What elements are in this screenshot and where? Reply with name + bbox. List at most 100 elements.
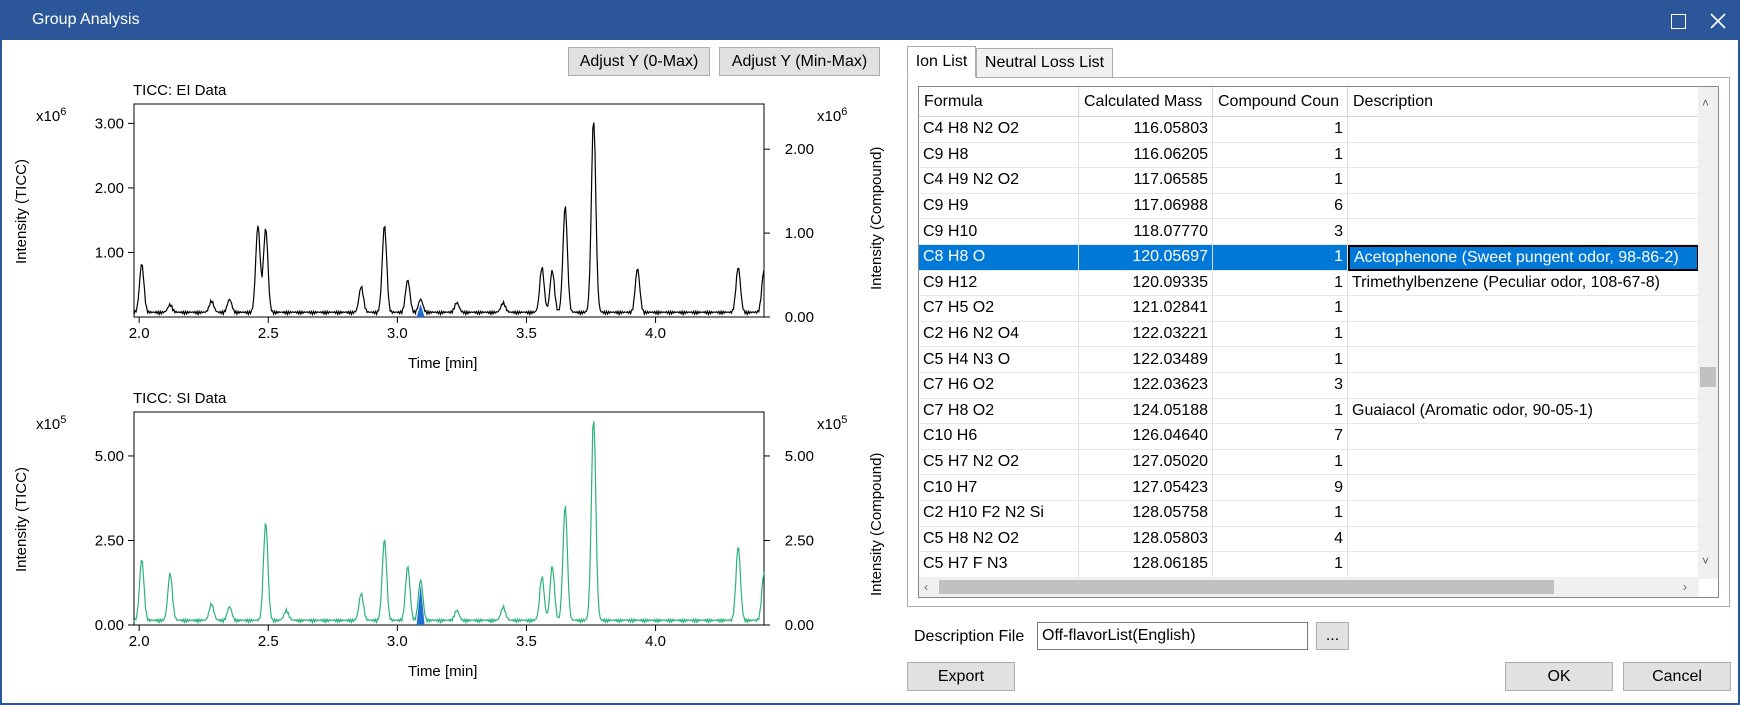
mass-cell: 122.03623	[1079, 372, 1213, 399]
y2-tick-label: 0.00	[785, 617, 814, 634]
maximize-icon	[1670, 13, 1686, 29]
ei-chart[interactable]: 2.0 2.5 3.0 3.5 4.0 3.00 2.00 1.00 2.00 1.00 0.00	[2, 97, 862, 357]
table-row[interactable]: C9 H12 120.09335 1 Trimethylbenzene (Peculi…	[919, 270, 1699, 297]
count-cell: 1	[1213, 321, 1348, 348]
formula-cell: C2 H10 F2 N2 Si	[919, 500, 1079, 527]
mass-cell: 128.05803	[1079, 526, 1213, 553]
vertical-scrollbar[interactable]: ˄ ˅	[1698, 87, 1718, 579]
y-tick-label: 1.00	[95, 244, 124, 261]
export-button[interactable]: Export	[907, 662, 1015, 691]
table-row[interactable]: C2 H10 F2 N2 Si 128.05758 1	[919, 500, 1699, 527]
table-header: Formula Calculated Mass Compound Coun De…	[919, 87, 1699, 117]
cancel-button[interactable]: Cancel	[1623, 662, 1731, 691]
table-row[interactable]: C4 H8 N2 O2 116.05803 1	[919, 117, 1699, 143]
scroll-up-icon[interactable]: ˄	[1702, 97, 1709, 109]
y-tick-label: 5.00	[95, 448, 124, 465]
description-cell: Guaiacol (Aromatic odor, 90-05-1)	[1348, 398, 1699, 425]
vertical-scroll-thumb[interactable]	[1700, 367, 1716, 387]
count-cell: 1	[1213, 296, 1348, 322]
title-bar: Group Analysis	[2, 2, 1738, 40]
formula-cell: C8 H8 O	[919, 244, 1079, 271]
table-row[interactable]: C10 H7 127.05423 9	[919, 475, 1699, 501]
adjust-y-minmax-button[interactable]: Adjust Y (Min-Max)	[719, 47, 880, 76]
y-tick-label: 3.00	[95, 115, 124, 132]
y-tick-label: 2.50	[95, 532, 124, 549]
table-row[interactable]: C5 H7 N2 O2 127.05020 1	[919, 449, 1699, 476]
mass-cell: 122.03221	[1079, 321, 1213, 348]
scroll-right-icon[interactable]: ›	[1683, 581, 1687, 593]
table-row[interactable]: C9 H10 118.07770 3	[919, 219, 1699, 245]
close-button[interactable]	[1698, 2, 1738, 40]
formula-cell: C10 H6	[919, 424, 1079, 450]
count-cell: 7	[1213, 424, 1348, 450]
description-cell	[1348, 321, 1699, 348]
count-cell: 1	[1213, 449, 1348, 476]
column-header-calculated-mass[interactable]: Calculated Mass	[1079, 87, 1213, 117]
ei-xlabel: Time [min]	[408, 355, 478, 372]
count-cell: 4	[1213, 526, 1348, 553]
tab-neutral-loss-list[interactable]: Neutral Loss List	[976, 48, 1113, 78]
mass-cell: 128.05758	[1079, 500, 1213, 527]
ion-list-table[interactable]: Formula Calculated Mass Compound Coun De…	[918, 86, 1719, 598]
table-row[interactable]: C4 H9 N2 O2 117.06585 1	[919, 168, 1699, 194]
description-cell	[1348, 372, 1699, 399]
description-cell	[1348, 142, 1699, 169]
description-cell	[1348, 449, 1699, 476]
y2-tick-label: 0.00	[785, 309, 814, 326]
mass-cell: 117.06585	[1079, 168, 1213, 194]
mass-cell: 116.05803	[1079, 117, 1213, 143]
si-chart[interactable]: 2.0 2.5 3.0 3.5 4.0 5.00 2.50 0.00 5.00 2.50 0.00	[2, 405, 862, 665]
y2-tick-label: 2.00	[785, 141, 814, 158]
table-row[interactable]: C7 H6 O2 122.03623 3	[919, 372, 1699, 399]
column-header-description[interactable]: Description	[1348, 87, 1699, 117]
horizontal-scroll-thumb[interactable]	[939, 580, 1554, 594]
table-row[interactable]: C8 H8 O 120.05697 1 Acetophenone (Sweet pun…	[919, 244, 1699, 271]
mass-cell: 127.05423	[1079, 475, 1213, 501]
adjust-y-0max-button[interactable]: Adjust Y (0-Max)	[568, 47, 710, 76]
mass-cell: 116.06205	[1079, 142, 1213, 169]
formula-cell: C5 H4 N3 O	[919, 347, 1079, 373]
formula-cell: C10 H7	[919, 475, 1079, 501]
ok-button[interactable]: OK	[1505, 662, 1613, 691]
maximize-button[interactable]	[1658, 2, 1698, 40]
mass-cell: 117.06988	[1079, 193, 1213, 220]
scroll-down-icon[interactable]: ˅	[1702, 555, 1709, 567]
window-title: Group Analysis	[32, 11, 140, 28]
table-row[interactable]: C5 H4 N3 O 122.03489 1	[919, 347, 1699, 373]
si-right-ylabel: Intensity (Compound)	[868, 452, 885, 596]
table-row[interactable]: C7 H8 O2 124.05188 1 Guaiacol (Aromatic odo…	[919, 398, 1699, 425]
tab-ion-list[interactable]: Ion List	[907, 46, 976, 78]
formula-cell: C4 H8 N2 O2	[919, 117, 1079, 143]
scroll-left-icon[interactable]: ‹	[924, 581, 928, 593]
formula-cell: C5 H8 N2 O2	[919, 526, 1079, 553]
table-row[interactable]: C10 H6 126.04640 7	[919, 424, 1699, 450]
table-row[interactable]: C9 H8 116.06205 1	[919, 142, 1699, 169]
browse-button[interactable]: ...	[1316, 622, 1349, 650]
count-cell: 1	[1213, 270, 1348, 297]
count-cell: 3	[1213, 219, 1348, 245]
description-cell	[1348, 193, 1699, 220]
table-row[interactable]: C2 H6 N2 O4 122.03221 1	[919, 321, 1699, 348]
count-cell: 1	[1213, 142, 1348, 169]
table-row[interactable]: C5 H7 F N3 128.06185 1	[919, 552, 1699, 578]
close-icon	[1710, 13, 1726, 29]
column-header-compound-count[interactable]: Compound Coun	[1213, 87, 1348, 117]
mass-cell: 127.05020	[1079, 449, 1213, 476]
table-row[interactable]: C5 H8 N2 O2 128.05803 4	[919, 526, 1699, 553]
x-tick-label: 3.5	[516, 325, 537, 342]
count-cell: 6	[1213, 193, 1348, 220]
description-cell: Trimethylbenzene (Peculiar odor, 108-67-…	[1348, 270, 1699, 297]
x-tick-label: 2.5	[258, 325, 279, 342]
mass-cell: 121.02841	[1079, 296, 1213, 322]
description-cell: Acetophenone (Sweet pungent odor, 98-86-…	[1348, 244, 1699, 271]
group-analysis-window: Group Analysis Adjust Y (0-Max) Adjust Y…	[0, 0, 1740, 705]
x-tick-label: 4.0	[645, 325, 666, 342]
description-file-input[interactable]	[1037, 622, 1308, 650]
table-row[interactable]: C7 H5 O2 121.02841 1	[919, 296, 1699, 322]
column-header-formula[interactable]: Formula	[919, 87, 1079, 117]
y2-tick-label: 1.00	[785, 225, 814, 242]
mass-cell: 126.04640	[1079, 424, 1213, 450]
description-cell	[1348, 347, 1699, 373]
table-row[interactable]: C9 H9 117.06988 6	[919, 193, 1699, 220]
horizontal-scrollbar[interactable]: ‹ ›	[919, 577, 1699, 597]
